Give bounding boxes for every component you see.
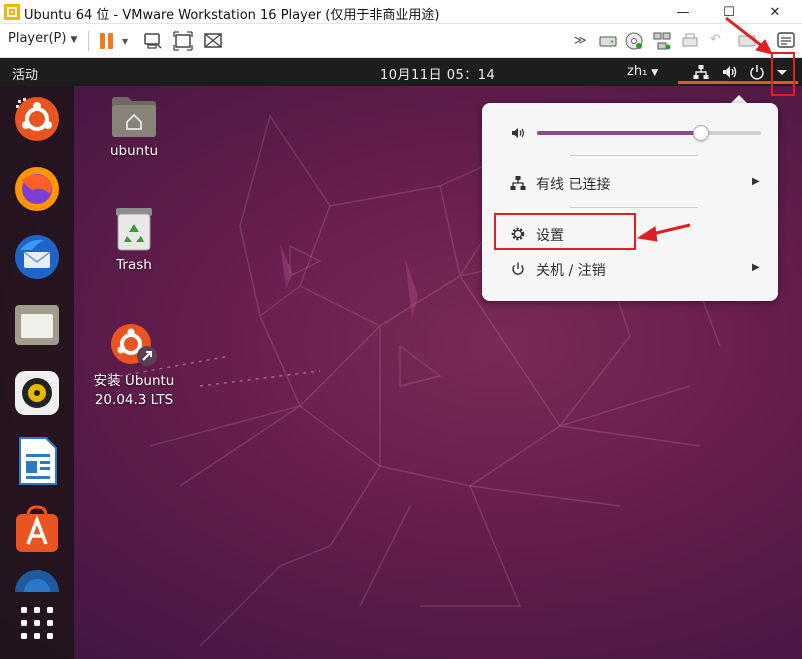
ubuntu-installer-icon[interactable] (12, 94, 62, 144)
activities-button[interactable]: 活动 (12, 64, 38, 83)
files-icon[interactable] (12, 300, 62, 350)
desktop-icon-label: Trash (116, 257, 152, 273)
cd-dvd-icon[interactable] (623, 30, 645, 52)
fast-forward-icon[interactable]: ≫ (574, 33, 587, 47)
home-folder-icon (112, 97, 156, 137)
pause-dropdown-icon[interactable]: ▼ (122, 37, 128, 46)
power-icon[interactable] (748, 63, 766, 81)
vmware-toolbar: Player(P) ▼ ▼ ≫ ↶ (0, 24, 802, 58)
chevron-down-icon: ▼ (651, 68, 659, 78)
volume-slider[interactable] (537, 125, 761, 141)
window-title: Ubuntu 64 位 - VMware Workstation 16 Play… (24, 8, 440, 23)
install-ubuntu-icon (111, 324, 157, 366)
system-menu-popup: 有线 已连接 ▶ 设置 关机 / 注销 ▶ (482, 103, 778, 301)
dock (0, 86, 74, 659)
clock-button[interactable]: 10月11日 05：14 (380, 64, 495, 83)
player-menu-label: Player(P) (8, 31, 67, 46)
vmware-logo-icon (4, 4, 20, 20)
window-titlebar: Ubuntu 64 位 - VMware Workstation 16 Play… (0, 0, 802, 24)
printer-icon[interactable] (679, 30, 701, 52)
send-keys-icon[interactable] (142, 30, 164, 52)
desktop-icon-label-line2: 20.04.3 LTS (94, 392, 174, 408)
minimize-button[interactable]: — (660, 0, 706, 24)
thunderbird-icon[interactable] (12, 232, 62, 282)
firefox-icon[interactable] (12, 164, 62, 214)
harddisk-icon[interactable] (597, 30, 619, 52)
power-off-logout-label: 关机 / 注销 (536, 263, 606, 279)
trash-icon (116, 208, 152, 251)
pause-icon[interactable] (96, 30, 118, 52)
wired-connection-item[interactable]: 有线 已连接 ▶ (482, 168, 778, 198)
submenu-arrow-icon: ▶ (752, 262, 760, 273)
help-icon[interactable] (12, 566, 62, 592)
network-adapter-icon[interactable] (651, 30, 673, 52)
menu-separator (570, 155, 698, 156)
desktop-icon-label-line1: 安装 Ubuntu (93, 373, 175, 389)
volume-slider-handle[interactable] (692, 125, 709, 141)
input-method-label: zh₁ (627, 64, 648, 79)
input-method-button[interactable]: zh₁ ▼ (627, 64, 658, 79)
volume-slider-fill (537, 131, 701, 135)
writer-icon[interactable] (12, 436, 62, 486)
desktop-icon-trash[interactable]: Trash (84, 206, 184, 275)
close-button[interactable]: ✕ (752, 0, 798, 24)
power-icon (512, 262, 524, 275)
software-center-icon[interactable] (12, 504, 62, 554)
maximize-button[interactable]: ☐ (706, 0, 752, 24)
player-menu-button[interactable]: Player(P) ▼ (8, 31, 77, 46)
menu-separator (570, 207, 698, 208)
desktop-icon-label: ubuntu (109, 143, 159, 159)
network-wired-icon (510, 176, 526, 190)
volume-icon[interactable] (721, 63, 739, 81)
chevron-down-icon: ▼ (70, 35, 78, 45)
message-log-icon[interactable] (775, 30, 797, 52)
wired-connection-label: 有线 已连接 (536, 177, 611, 193)
power-off-logout-item[interactable]: 关机 / 注销 ▶ (482, 254, 778, 284)
desktop-icon-install-ubuntu[interactable]: 安装 Ubuntu 20.04.3 LTS (84, 320, 184, 410)
annotation-highlight-settings (494, 213, 636, 250)
toolbar-divider (88, 31, 89, 51)
back-arrow-icon[interactable]: ↶ (710, 32, 721, 47)
submenu-arrow-icon: ▶ (752, 176, 760, 187)
show-applications-icon[interactable] (12, 598, 62, 648)
sound-card-icon[interactable] (736, 30, 758, 52)
network-wired-icon[interactable] (692, 63, 710, 81)
fullscreen-icon[interactable] (172, 30, 194, 52)
rhythmbox-icon[interactable] (12, 368, 62, 418)
annotation-highlight-system-arrow (771, 52, 795, 96)
unity-mode-icon[interactable] (202, 30, 224, 52)
desktop-icon-home[interactable]: ubuntu (84, 94, 184, 161)
volume-row (482, 121, 778, 145)
volume-icon (512, 128, 524, 138)
